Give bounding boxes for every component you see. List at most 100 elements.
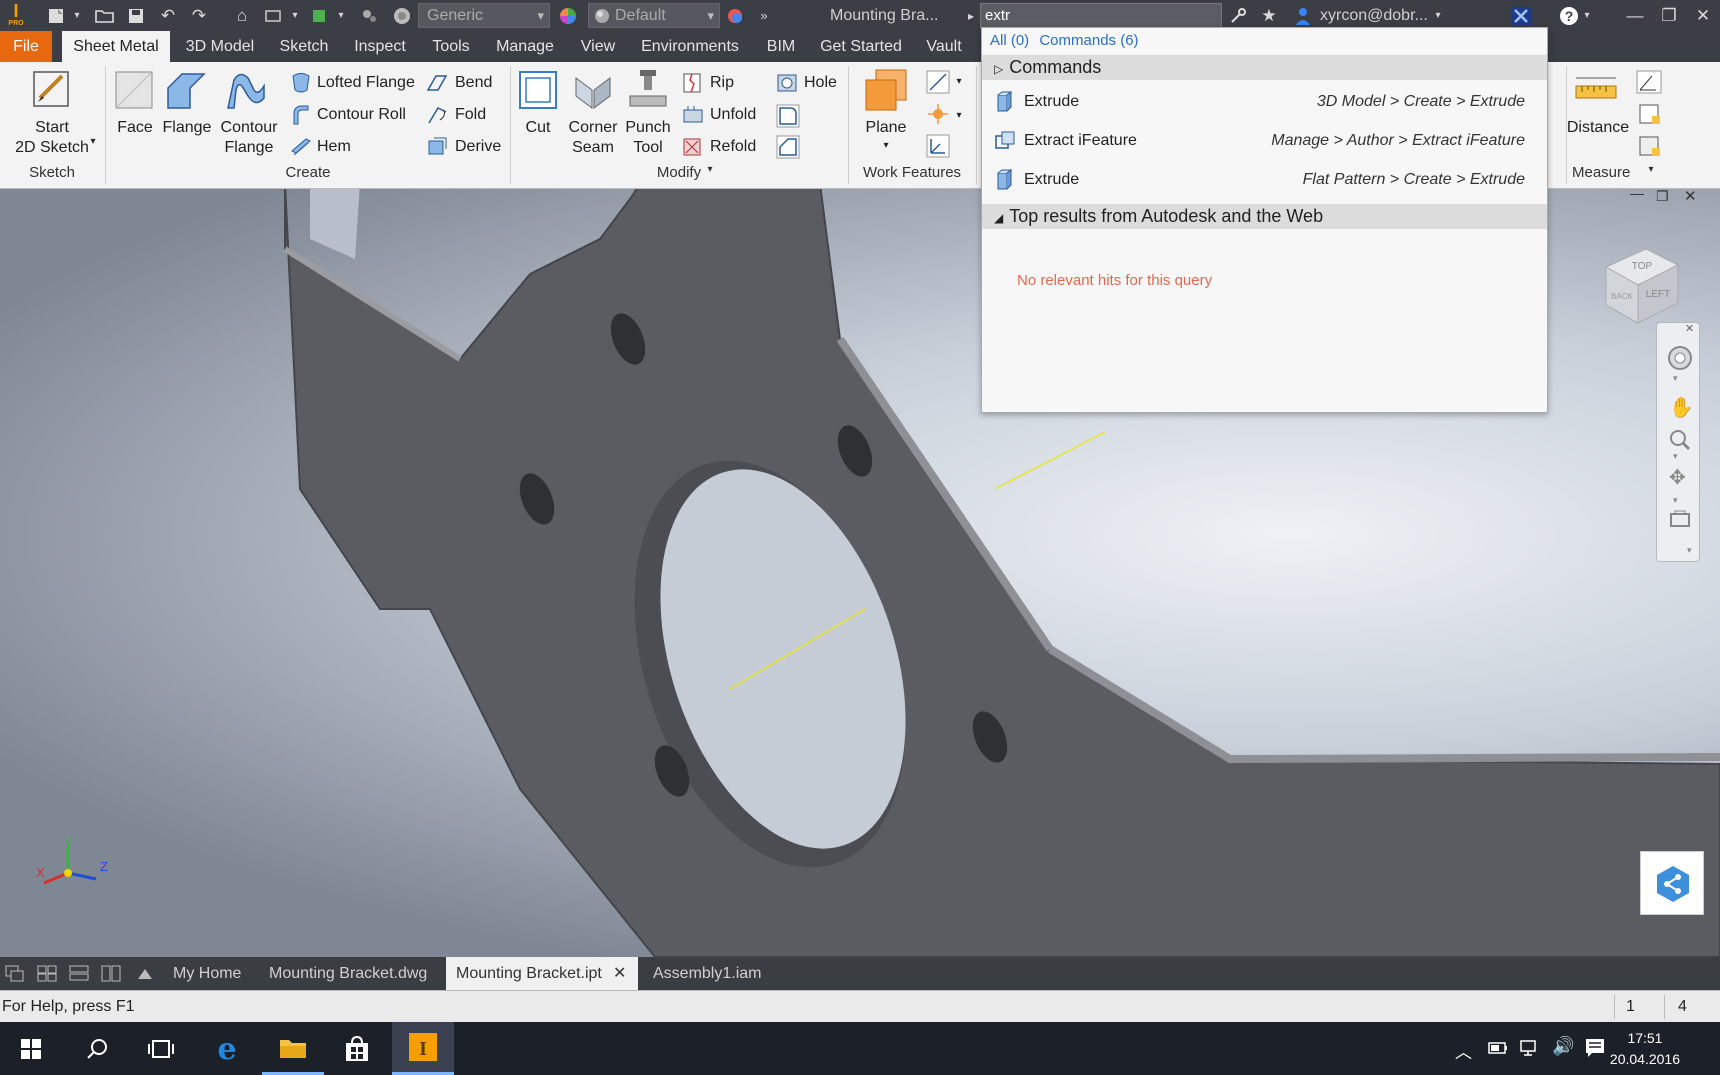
tab-3d-model[interactable]: 3D Model xyxy=(178,31,262,62)
file-explorer-icon[interactable] xyxy=(262,1022,324,1075)
search-arrow-icon: ▸ xyxy=(967,8,975,23)
modify-panel-label[interactable]: Modify xyxy=(514,164,844,181)
start-sketch-chevron-icon[interactable]: ▾ xyxy=(88,132,98,151)
orbit-icon[interactable]: ✥ xyxy=(1669,465,1686,490)
lofted-flange-icon xyxy=(292,73,310,93)
help-icon[interactable]: ? xyxy=(1556,0,1582,31)
nav-bar-close-icon[interactable]: ✕ xyxy=(1685,322,1694,335)
viewport-restore-icon[interactable]: ❐ xyxy=(1656,189,1669,205)
filter-commands[interactable]: Commands (6) xyxy=(1039,32,1138,49)
update-icon[interactable] xyxy=(260,0,288,31)
zoom-icon[interactable] xyxy=(1669,429,1691,451)
status-divider xyxy=(1614,995,1615,1019)
search-result-extrude[interactable]: Extrude 3D Model > Create > Extrude xyxy=(982,83,1547,121)
search-result-extrude-flat-pattern[interactable]: Extrude Flat Pattern > Create > Extrude xyxy=(982,161,1547,199)
network-icon[interactable] xyxy=(1520,1039,1542,1057)
tab-tools[interactable]: Tools xyxy=(426,31,476,62)
viewport-minimize-icon[interactable]: — xyxy=(1630,189,1644,201)
tab-environments[interactable]: Environments xyxy=(634,31,746,62)
doc-tab-my-home[interactable]: My Home xyxy=(163,957,251,990)
measure-panel-chevron-icon[interactable]: ▾ xyxy=(1644,164,1658,175)
doc-tab-mounting-bracket-dwg[interactable]: Mounting Bracket.dwg xyxy=(259,957,437,990)
redo-icon[interactable]: ↷ xyxy=(185,0,213,31)
modify-panel-chevron-icon[interactable]: ▾ xyxy=(700,164,720,175)
work-features-panel-label: Work Features xyxy=(862,164,962,181)
zoom-chevron-icon[interactable]: ▾ xyxy=(1673,451,1678,462)
nav-bar-options-icon[interactable]: ▾ xyxy=(1687,545,1692,556)
select-icon[interactable] xyxy=(306,0,334,31)
help-dropdown-chevron-icon[interactable]: ▾ xyxy=(1580,0,1594,31)
document-list-up-icon[interactable] xyxy=(135,965,155,982)
tab-sheet-metal[interactable]: Sheet Metal xyxy=(62,31,170,62)
start-menu-icon[interactable] xyxy=(0,1022,62,1075)
plane-chevron-icon[interactable]: ▾ xyxy=(876,136,896,155)
viewport-close-icon[interactable]: ✕ xyxy=(1684,189,1697,205)
commands-section-header[interactable]: ▷ Commands xyxy=(982,55,1547,80)
panel-separator xyxy=(976,66,977,184)
tab-bim[interactable]: BIM xyxy=(758,31,804,62)
save-icon[interactable] xyxy=(122,0,150,31)
orbit-chevron-icon[interactable]: ▾ xyxy=(1673,495,1678,506)
tab-manage[interactable]: Manage xyxy=(488,31,562,62)
measure-quick-icon[interactable] xyxy=(356,0,384,31)
look-at-icon[interactable] xyxy=(1669,509,1691,529)
select-dropdown-chevron-icon[interactable]: ▾ xyxy=(334,0,348,31)
globe-icon[interactable] xyxy=(388,0,416,31)
minimize-window-icon[interactable]: — xyxy=(1620,0,1650,31)
battery-icon[interactable] xyxy=(1488,1039,1508,1057)
restore-window-icon[interactable]: ❐ xyxy=(1654,0,1684,31)
action-center-icon[interactable] xyxy=(1584,1037,1606,1059)
collapse-triangle-icon: ◢ xyxy=(994,211,1004,225)
windows-taskbar: e I ︿ 🔊 17:51 20.04.2016 xyxy=(0,1022,1720,1075)
edge-browser-icon[interactable]: e xyxy=(196,1022,258,1075)
filter-all[interactable]: All (0) xyxy=(990,32,1029,49)
more-tools-icon[interactable]: » xyxy=(754,0,774,31)
doc-tab-assembly1-iam[interactable]: Assembly1.iam xyxy=(643,957,771,990)
doc-tab-mounting-bracket-ipt[interactable]: Mounting Bracket.ipt xyxy=(446,957,638,990)
appearance-dropdown[interactable]: Generic xyxy=(418,3,550,28)
corner-chamfer-icon xyxy=(776,135,800,159)
web-results-section-header[interactable]: ◢ Top results from Autodesk and the Web xyxy=(982,204,1547,229)
measure-panel-label[interactable]: Measure xyxy=(1572,164,1654,181)
close-tab-icon[interactable]: ✕ xyxy=(613,963,626,983)
tile-vertical-icon[interactable] xyxy=(101,965,121,982)
axis-chevron-icon[interactable]: ▾ xyxy=(952,72,966,91)
search-result-extract-ifeature[interactable]: Extract iFeature Manage > Author > Extra… xyxy=(982,122,1547,160)
pan-hand-icon[interactable]: ✋ xyxy=(1669,395,1694,420)
show-hidden-icons-icon[interactable]: ︿ xyxy=(1455,1038,1472,1063)
volume-icon[interactable]: 🔊 xyxy=(1552,1036,1574,1057)
undo-icon[interactable]: ↶ xyxy=(154,0,182,31)
new-dropdown-chevron-icon[interactable]: ▾ xyxy=(70,0,84,31)
inventor-logo-icon[interactable]: I PRO xyxy=(4,2,28,30)
color-wheel-icon[interactable] xyxy=(554,0,582,31)
steering-wheel-icon[interactable] xyxy=(1667,345,1693,371)
new-file-icon[interactable] xyxy=(42,0,72,31)
corner-seam-icon xyxy=(575,77,611,109)
point-chevron-icon[interactable]: ▾ xyxy=(952,106,966,125)
tile-windows-icon[interactable] xyxy=(37,965,57,982)
wheel-chevron-icon[interactable]: ▾ xyxy=(1673,373,1678,384)
help-search-input[interactable]: extr xyxy=(980,3,1222,28)
store-icon[interactable] xyxy=(326,1022,388,1075)
inventor-taskbar-icon[interactable]: I xyxy=(392,1022,454,1075)
update-dropdown-chevron-icon[interactable]: ▾ xyxy=(288,0,302,31)
viewcube[interactable]: TOP LEFT BACK xyxy=(1596,239,1686,329)
tab-get-started[interactable]: Get Started xyxy=(814,31,908,62)
search-icon[interactable] xyxy=(66,1022,128,1075)
taskbar-clock[interactable]: 17:51 20.04.2016 xyxy=(1610,1028,1680,1070)
tile-horizontal-icon[interactable] xyxy=(69,965,89,982)
task-view-icon[interactable] xyxy=(130,1022,192,1075)
tab-sketch[interactable]: Sketch xyxy=(272,31,336,62)
measure-loop-icon xyxy=(1639,104,1660,124)
appearance-adjust-icon[interactable] xyxy=(722,0,750,31)
share-view-button[interactable] xyxy=(1640,851,1704,915)
tab-vault[interactable]: Vault xyxy=(918,31,970,62)
panel-separator xyxy=(105,66,106,184)
home-icon[interactable]: ⌂ xyxy=(228,0,256,31)
cascade-windows-icon[interactable] xyxy=(5,965,25,982)
close-window-icon[interactable]: ✕ xyxy=(1688,0,1718,31)
open-folder-icon[interactable] xyxy=(90,0,120,31)
tab-inspect[interactable]: Inspect xyxy=(344,31,416,62)
tab-file[interactable]: File xyxy=(0,31,52,62)
tab-view[interactable]: View xyxy=(572,31,624,62)
